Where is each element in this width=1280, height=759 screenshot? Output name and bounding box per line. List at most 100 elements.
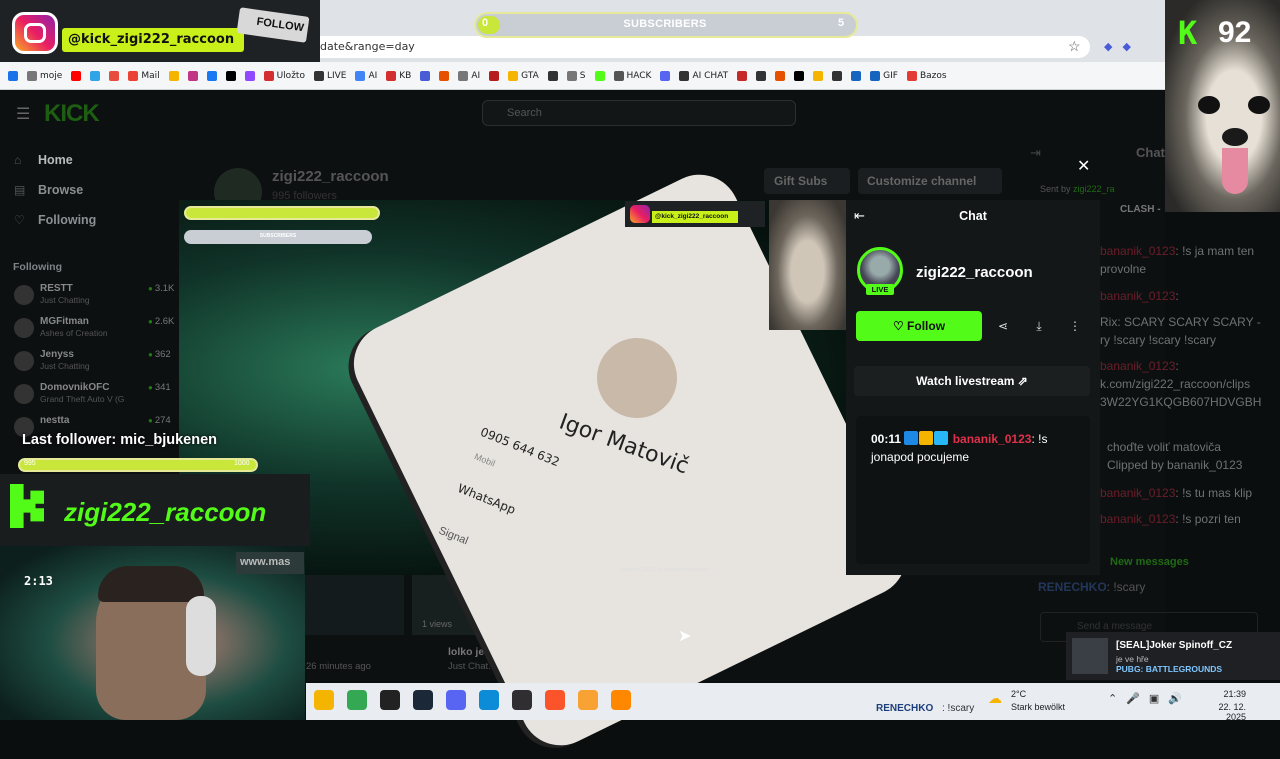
bookmark-item[interactable]: moje xyxy=(27,70,63,81)
follow-button[interactable]: ♡ Follow xyxy=(856,311,982,341)
bookmark-item[interactable]: Bazos xyxy=(906,70,947,81)
nav-browse[interactable]: Browse xyxy=(38,183,83,197)
clip-link[interactable]: k.com/zigi222_raccoon/clips xyxy=(1100,377,1250,391)
bookmark-item[interactable]: HACK xyxy=(613,70,652,81)
video-thumbnail[interactable] xyxy=(304,575,404,635)
steam-icon[interactable] xyxy=(413,690,433,710)
weather-icon[interactable]: ☁ xyxy=(988,690,1002,707)
bookmark-item[interactable]: S xyxy=(566,70,586,81)
epic-games-icon[interactable] xyxy=(380,690,400,710)
watch-livestream-button[interactable]: Watch livestream ⇗ xyxy=(854,366,1090,396)
bookmark-item[interactable] xyxy=(168,70,179,81)
nav-following[interactable]: Following xyxy=(38,213,96,227)
share-icon[interactable]: ⋖ xyxy=(988,311,1018,341)
bookmark-item[interactable] xyxy=(109,70,120,81)
home-icon: ⌂ xyxy=(14,153,22,167)
bookmark-item[interactable] xyxy=(851,70,862,81)
bookmark-item[interactable] xyxy=(813,70,824,81)
bookmark-item[interactable]: KB xyxy=(386,70,411,81)
edge-icon[interactable] xyxy=(479,690,499,710)
bookmark-label: GIF xyxy=(883,70,898,81)
discord-icon[interactable] xyxy=(446,690,466,710)
bookmark-item[interactable] xyxy=(420,70,431,81)
follow-label: Follow xyxy=(907,319,946,333)
cam-clock: 2:13 xyxy=(24,574,53,588)
new-messages-button[interactable]: New messages xyxy=(1110,556,1189,568)
following-channel[interactable]: MGFitman Ashes of Creation 2.6K xyxy=(14,316,184,346)
instagram-icon-inner xyxy=(24,23,46,43)
bookmark-icon xyxy=(851,70,862,81)
nav-home[interactable]: Home xyxy=(38,153,73,167)
close-icon[interactable]: ✕ xyxy=(1077,156,1090,176)
following-channel[interactable]: RESTT Just Chatting 3.1K xyxy=(14,283,184,313)
clock-time[interactable]: 21:39 xyxy=(1214,689,1246,699)
bookmark-item[interactable]: GTA xyxy=(508,70,539,81)
clip-raccoon-overlay xyxy=(769,200,846,330)
clip-chat-overlay: bananik_0123: !s jonapod pocujeme xyxy=(620,567,709,573)
bookmark-item[interactable]: LIVE xyxy=(313,70,346,81)
heart-icon: ♡ xyxy=(14,213,25,227)
bookmark-item[interactable] xyxy=(489,70,500,81)
bookmark-item[interactable]: GIF xyxy=(870,70,898,81)
bookmark-item[interactable] xyxy=(547,70,558,81)
bookmark-star-icon[interactable]: ☆ xyxy=(1068,38,1081,55)
pinned-sent-by: Sent by zigi222_ra xyxy=(1040,184,1115,194)
more-options-icon[interactable]: ⋮ xyxy=(1060,311,1090,341)
bookmark-item[interactable] xyxy=(737,70,748,81)
chat-user: bananik_0123 xyxy=(1100,359,1176,373)
bookmark-label: HACK xyxy=(626,70,652,81)
address-bar[interactable]: date&range=day xyxy=(310,36,1090,58)
chat-user: bananik_0123 xyxy=(1100,289,1176,303)
bookmark-item[interactable] xyxy=(8,70,18,81)
bookmark-item[interactable] xyxy=(756,70,767,81)
avatar xyxy=(14,318,34,338)
menu-icon[interactable]: ☰ xyxy=(16,104,30,124)
search-input[interactable]: Search xyxy=(482,100,796,126)
bookmark-item[interactable] xyxy=(775,70,786,81)
bookmark-item[interactable] xyxy=(832,70,843,81)
kick-logo[interactable]: KICK xyxy=(44,100,100,128)
brave-icon[interactable] xyxy=(545,690,565,710)
collapse-chat-icon[interactable]: ⇥ xyxy=(1030,145,1041,161)
weather-temp[interactable]: 2°C xyxy=(1011,689,1026,699)
weather-desc[interactable]: Stark bewölkt xyxy=(1011,702,1065,712)
bookmark-item[interactable] xyxy=(244,70,255,81)
bookmark-item[interactable] xyxy=(794,70,805,81)
customize-channel-button[interactable]: Customize channel xyxy=(858,168,1002,194)
gift-subs-button[interactable]: Gift Subs xyxy=(764,168,850,194)
bookmark-item[interactable] xyxy=(594,70,605,81)
obs-icon[interactable] xyxy=(512,690,532,710)
instagram-handle: @kick_zigi222_raccoon xyxy=(62,28,244,52)
channel-viewers: 3.1K xyxy=(148,283,175,294)
bookmark-label: AI xyxy=(368,70,378,81)
following-channel[interactable]: DomovnikOFC Grand Theft Auto V (G 341 xyxy=(14,382,184,412)
download-icon[interactable]: ⤓ xyxy=(1024,311,1054,341)
bookmark-item[interactable]: AI xyxy=(458,70,480,81)
clock-date[interactable]: 22. 12. 2025 xyxy=(1196,702,1246,722)
following-channel[interactable]: Jenyss Just Chatting 362 xyxy=(14,349,184,379)
app-icon[interactable] xyxy=(578,690,598,710)
bookmark-icon xyxy=(439,70,450,81)
chrome-icon[interactable] xyxy=(347,690,367,710)
extensions-icon[interactable]: ◆◆ xyxy=(1104,40,1141,53)
bookmark-item[interactable]: Mail xyxy=(128,70,160,81)
bookmark-item[interactable] xyxy=(187,70,198,81)
twitch-icon xyxy=(244,70,255,81)
bookmark-label: moje xyxy=(40,70,63,81)
bookmark-item[interactable]: Uložto xyxy=(263,70,305,81)
message-user[interactable]: bananik_0123 xyxy=(953,432,1032,446)
bookmark-item[interactable] xyxy=(660,70,671,81)
bookmark-item[interactable] xyxy=(71,70,82,81)
bookmark-item[interactable] xyxy=(206,70,217,81)
bookmark-item[interactable]: AI CHAT xyxy=(679,70,728,81)
file-explorer-icon[interactable] xyxy=(314,690,334,710)
bookmark-item[interactable]: AI xyxy=(355,70,378,81)
bookmark-item[interactable] xyxy=(90,70,101,81)
clip-link[interactable]: 3W22YG1KQGB607HDVGBH xyxy=(1100,395,1261,409)
bookmark-icon xyxy=(420,70,431,81)
vlc-icon[interactable] xyxy=(611,690,631,710)
system-tray-icons[interactable]: ⌃🎤▣🔊 xyxy=(1108,692,1191,705)
bookmark-item[interactable] xyxy=(439,70,450,81)
bookmark-item[interactable] xyxy=(225,70,236,81)
clip-channel-name[interactable]: zigi222_raccoon xyxy=(916,264,1033,281)
